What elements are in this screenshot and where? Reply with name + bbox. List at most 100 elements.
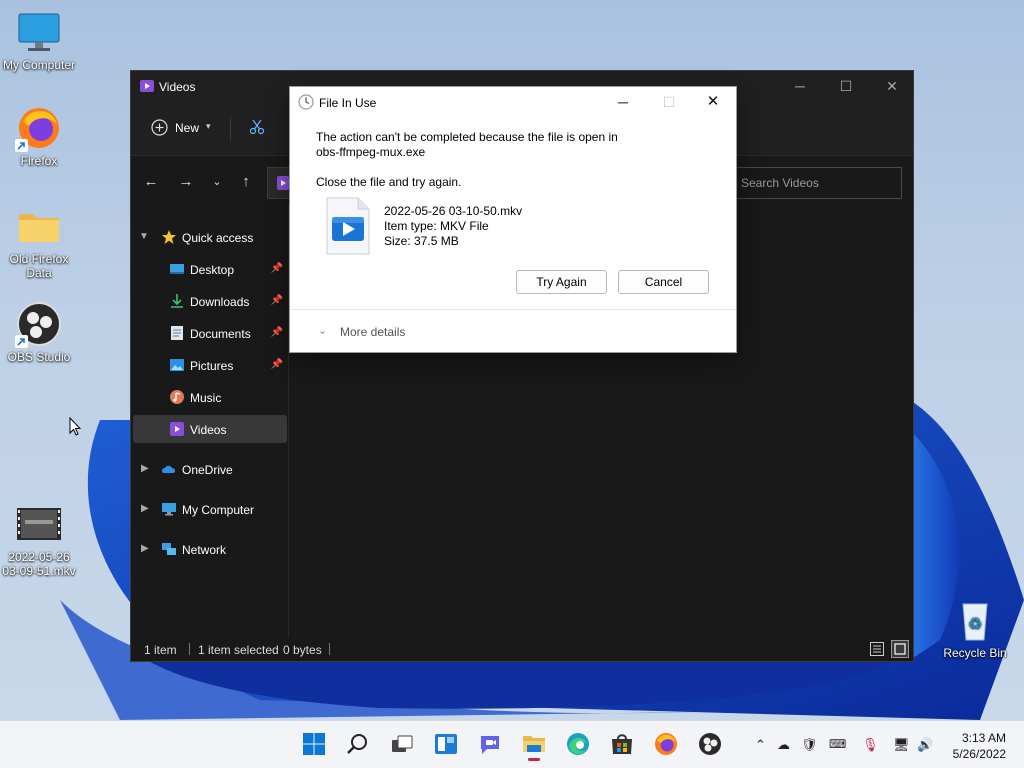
clock-time: 3:13 AM	[961, 731, 1006, 745]
task-view-icon[interactable]	[389, 731, 415, 757]
file-type: Item type: MKV File	[384, 219, 489, 233]
toolbar-divider	[230, 117, 231, 141]
onedrive-offline-icon[interactable]: ☁	[777, 737, 790, 753]
videos-folder-icon	[169, 421, 185, 437]
desktop-icon-label: 2022-05-26 03-09-51.mkv	[2, 550, 76, 578]
mkv-file-icon	[326, 197, 370, 258]
forward-arrow-icon[interactable]: →	[175, 172, 197, 192]
nav-item-desktop[interactable]: Desktop 📌	[133, 255, 287, 283]
nav-label: Desktop	[190, 263, 235, 277]
nav-item-downloads[interactable]: Downloads 📌	[133, 287, 287, 315]
scissors-icon	[249, 119, 265, 138]
volume-icon[interactable]: 🔊	[917, 737, 933, 753]
cut-button[interactable]	[249, 119, 265, 138]
recycle-bin-icon: ♻	[951, 596, 999, 644]
plus-circle-icon	[151, 119, 168, 139]
nav-label: My Computer	[182, 503, 255, 517]
back-arrow-icon[interactable]: ←	[140, 172, 162, 192]
obs-icon	[15, 300, 63, 348]
nav-item-network[interactable]: ▶ Network	[133, 535, 287, 563]
desktop-icon-my-computer[interactable]: My Computer	[0, 8, 79, 72]
firefox-icon[interactable]	[653, 731, 679, 757]
recent-locations-chevron-icon[interactable]: ⌄	[206, 172, 228, 192]
file-in-use-dialog: File In Use ─ ☐ ✕ The action can't be co…	[289, 86, 737, 353]
clock-date: 5/26/2022	[952, 747, 1006, 761]
network-status-icon[interactable]: 🖥	[893, 737, 910, 753]
nav-label: Music	[190, 391, 222, 405]
pin-icon: 📌	[270, 359, 283, 370]
document-icon	[169, 325, 185, 341]
microphone-icon[interactable]: 🎙	[862, 737, 879, 753]
active-app-indicator	[528, 758, 540, 761]
file-size: Size: 37.5 MB	[384, 234, 459, 248]
shortcut-arrow-icon	[15, 139, 28, 152]
show-hidden-icons-chevron-icon[interactable]: ⌃	[755, 737, 766, 753]
monitor-icon	[15, 8, 63, 56]
dialog-minimize-button[interactable]: ─	[600, 87, 646, 117]
chat-icon[interactable]	[477, 731, 503, 757]
star-icon	[161, 229, 177, 245]
folder-icon	[15, 202, 63, 250]
widgets-icon[interactable]	[433, 731, 459, 757]
taskbar-clock[interactable]: 3:13 AM 5/26/2022	[953, 730, 1006, 762]
start-button-windows-icon[interactable]	[301, 731, 327, 757]
dialog-close-button[interactable]: ✕	[690, 87, 736, 117]
explorer-close-button[interactable]: ✕	[869, 71, 915, 101]
taskbar: ⌃ ☁ 🛡 ⌨ 🎙 🖥 🔊 3:13 AM 5/26/2022	[0, 720, 1024, 768]
cancel-button[interactable]: Cancel	[618, 270, 709, 294]
nav-label: Downloads	[190, 295, 250, 309]
up-arrow-icon[interactable]: ↑	[235, 172, 257, 192]
desktop-icon-mkv-file[interactable]: 2022-05-26 03-09-51.mkv	[0, 500, 79, 578]
videos-folder-icon	[276, 175, 290, 194]
nav-label: Videos	[190, 423, 227, 437]
monitor-icon	[161, 501, 177, 517]
desktop-icon-label: My Computer	[2, 58, 76, 72]
download-arrow-icon	[169, 293, 185, 309]
details-view-icon[interactable]	[869, 641, 885, 660]
shortcut-arrow-icon	[15, 335, 28, 348]
nav-item-videos[interactable]: Videos	[133, 415, 287, 443]
chevron-right-icon: ▶	[141, 543, 149, 554]
try-again-button[interactable]: Try Again	[516, 270, 607, 294]
network-icon	[161, 541, 177, 557]
desktop-icon-obs-studio[interactable]: OBS Studio	[0, 300, 79, 364]
desktop-icon	[169, 261, 185, 277]
nav-item-documents[interactable]: Documents 📌	[133, 319, 287, 347]
pin-icon: 📌	[270, 263, 283, 274]
nav-label: Documents	[190, 327, 251, 341]
dialog-maximize-button: ☐	[662, 94, 676, 110]
chevron-down-icon: ▾	[206, 121, 211, 131]
desktop-icon-recycle-bin[interactable]: ♻ Recycle Bin	[935, 596, 1015, 660]
clock-icon	[298, 94, 314, 113]
explorer-maximize-button[interactable]: ☐	[823, 71, 869, 101]
desktop-icon-firefox[interactable]: Firefox	[0, 104, 79, 168]
obs-icon[interactable]	[697, 731, 723, 757]
security-shield-icon[interactable]: 🛡	[801, 737, 818, 753]
search-input[interactable]: Search Videos	[728, 167, 902, 199]
nav-item-quick-access[interactable]: ▼ Quick access	[133, 223, 287, 251]
explorer-title: Videos	[159, 80, 196, 94]
mouse-cursor-icon	[69, 416, 82, 440]
keyboard-icon[interactable]: ⌨	[829, 737, 846, 751]
file-explorer-taskbar-icon[interactable]	[521, 731, 547, 761]
dialog-footer: ⌄ More details	[290, 309, 736, 353]
file-name: 2022-05-26 03-10-50.mkv	[384, 204, 523, 218]
chevron-right-icon: ▶	[141, 503, 149, 514]
store-icon[interactable]	[609, 731, 635, 757]
desktop-icon-old-firefox-data[interactable]: Old Firefox Data	[0, 202, 79, 280]
explorer-status-bar: 1 item 1 item selected 0 bytes	[131, 637, 913, 661]
search-icon[interactable]	[345, 731, 371, 757]
pin-icon: 📌	[270, 295, 283, 306]
status-divider	[189, 643, 190, 655]
videos-folder-icon	[139, 78, 155, 97]
nav-label: OneDrive	[182, 463, 233, 477]
nav-item-onedrive[interactable]: ▶ OneDrive	[133, 455, 287, 483]
nav-label: Pictures	[190, 359, 234, 373]
nav-item-my-computer[interactable]: ▶ My Computer	[133, 495, 287, 523]
large-icons-view-icon[interactable]	[891, 640, 909, 661]
dialog-instruction: Close the file and try again.	[316, 175, 462, 189]
edge-icon[interactable]	[565, 731, 591, 757]
nav-item-pictures[interactable]: Pictures 📌	[133, 351, 287, 379]
nav-item-music[interactable]: Music	[133, 383, 287, 411]
explorer-minimize-button[interactable]: ─	[777, 71, 823, 101]
